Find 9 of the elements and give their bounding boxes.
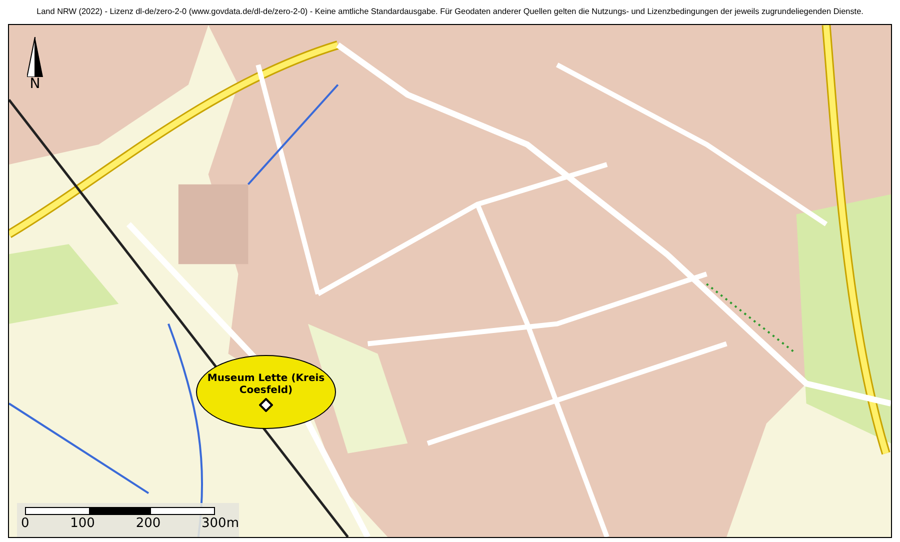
scale-label: 0	[21, 517, 30, 530]
north-label: N	[30, 77, 40, 91]
scale-label: 200	[136, 517, 161, 530]
north-arrow-icon	[27, 37, 43, 77]
scale-label: 300m	[202, 517, 239, 530]
scale-label: 100	[70, 517, 95, 530]
location-marker-icon	[259, 398, 273, 412]
marker-label: Museum Lette (Kreis Coesfeld)	[206, 372, 326, 396]
attribution-text: Land NRW (2022) - Lizenz dl-de/zero-2-0 (www.govdata.de/dl-de/zero-2-0) - Keine amtliche Standardausgabe. Für Geodaten anderer Quellen gelten die Nutzungs- und Lizenzbedingungen der jeweils zugrundeliegenden Dienste.	[36, 6, 864, 18]
